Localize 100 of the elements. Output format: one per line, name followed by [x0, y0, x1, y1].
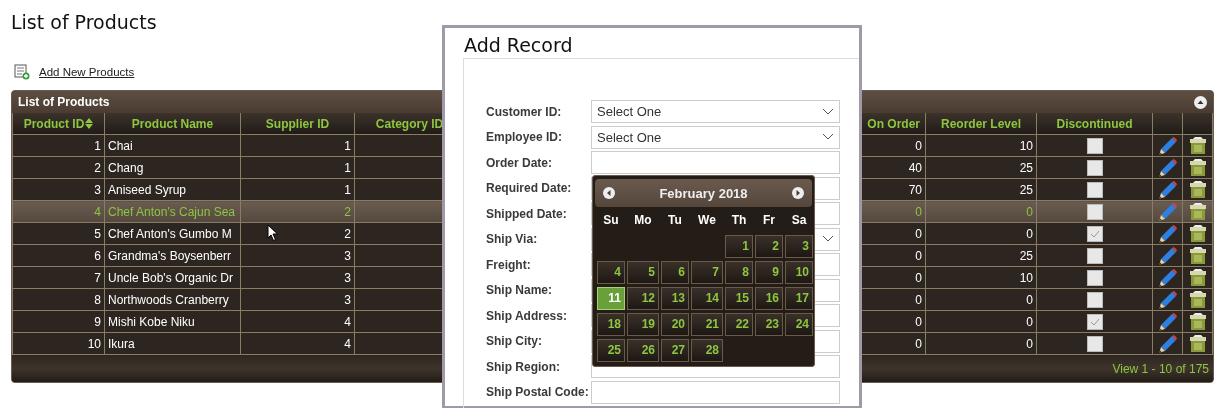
calendar-day[interactable]: 13	[661, 287, 689, 310]
calendar-day[interactable]: 18	[597, 313, 625, 336]
table-cell: 10	[925, 134, 1037, 157]
calendar-day[interactable]: 5	[627, 261, 659, 284]
field-label: Customer ID:	[486, 104, 563, 119]
weekday-label: Su	[602, 212, 620, 229]
checkbox[interactable]	[1086, 181, 1103, 198]
pencil-icon[interactable]	[1158, 312, 1177, 331]
sort-icon[interactable]	[85, 118, 94, 130]
table-cell: Northwoods Cranberry	[104, 288, 241, 311]
checkbox[interactable]	[1086, 313, 1103, 330]
calendar-day[interactable]: 27	[661, 339, 689, 362]
calendar-day[interactable]: 4	[597, 261, 625, 284]
add-new-products-link[interactable]: Add New Products	[39, 66, 135, 78]
calendar-day[interactable]: 9	[755, 261, 783, 284]
table-cell: 2	[12, 156, 105, 179]
calendar-day[interactable]: 24	[785, 313, 813, 336]
table-cell: 0	[925, 288, 1037, 311]
calendar-day[interactable]: 1	[725, 235, 753, 258]
calendar-day[interactable]: 22	[725, 313, 753, 336]
checkbox[interactable]	[1086, 335, 1103, 352]
page-title: List of Products	[10, 10, 158, 35]
caret-icon[interactable]	[822, 107, 834, 116]
trash-icon[interactable]	[1189, 291, 1206, 308]
checkbox[interactable]	[1086, 269, 1103, 286]
table-cell: 10	[925, 266, 1037, 289]
input-field[interactable]	[591, 380, 840, 404]
calendar-day[interactable]: 23	[755, 313, 783, 336]
trash-icon[interactable]	[1189, 181, 1206, 198]
field-label: Employee ID:	[486, 130, 564, 145]
calendar-day[interactable]: 26	[627, 339, 659, 362]
collapse-icon[interactable]	[1194, 95, 1207, 109]
grid-caption: List of Products	[18, 95, 110, 109]
pencil-icon[interactable]	[1158, 224, 1177, 243]
table-cell: Chef Anton's Gumbo M	[104, 222, 241, 245]
previous-month-icon[interactable]	[603, 187, 615, 199]
pencil-icon[interactable]	[1158, 268, 1177, 287]
checkbox[interactable]	[1086, 159, 1103, 176]
table-cell: 8	[12, 288, 105, 311]
pencil-icon[interactable]	[1158, 180, 1177, 199]
calendar-day[interactable]: 16	[755, 287, 783, 310]
calendar-day[interactable]: 19	[627, 313, 659, 336]
pencil-icon[interactable]	[1158, 202, 1177, 221]
trash-icon[interactable]	[1189, 269, 1206, 286]
table-cell: Grandma's Boysenberr	[104, 244, 241, 267]
calendar-day[interactable]: 15	[725, 287, 753, 310]
trash-icon[interactable]	[1189, 203, 1206, 220]
table-cell: 5	[12, 222, 105, 245]
calendar-day[interactable]: 3	[785, 235, 813, 258]
calendar-day[interactable]: 25	[597, 339, 625, 362]
checkbox[interactable]	[1086, 203, 1103, 220]
input-field[interactable]	[591, 151, 840, 175]
table-cell: 25	[925, 156, 1037, 179]
table-cell: 3	[12, 178, 105, 201]
weekday-label: Fr	[762, 212, 776, 229]
calendar-day[interactable]: 8	[725, 261, 753, 284]
calendar-day[interactable]: 12	[627, 287, 659, 310]
calendar-day[interactable]: 2	[755, 235, 783, 258]
checkbox[interactable]	[1086, 137, 1103, 154]
table-cell: 10	[12, 332, 105, 355]
select-field[interactable]: Select One	[591, 125, 840, 149]
pencil-icon[interactable]	[1158, 158, 1177, 177]
table-cell: 3	[240, 244, 355, 267]
field-label: Ship Name:	[486, 283, 553, 298]
table-cell: 3	[240, 288, 355, 311]
trash-icon[interactable]	[1189, 313, 1206, 330]
field-label: Required Date:	[486, 181, 573, 196]
next-month-icon[interactable]	[792, 187, 804, 199]
dialog-title: Add Record	[463, 33, 574, 57]
calendar-day[interactable]: 28	[691, 339, 723, 362]
weekday-label: Tu	[667, 212, 683, 229]
table-cell: 1	[240, 178, 355, 201]
pencil-icon[interactable]	[1158, 246, 1177, 265]
table-cell: 6	[12, 244, 105, 267]
trash-icon[interactable]	[1189, 137, 1206, 154]
calendar-day[interactable]: 21	[691, 313, 723, 336]
select-field[interactable]: Select One	[591, 100, 840, 124]
pager-text: View 1 - 10 of 175	[1112, 361, 1209, 376]
weekday-label: Sa	[790, 212, 808, 229]
calendar-day[interactable]: 6	[661, 261, 689, 284]
caret-icon[interactable]	[822, 133, 834, 142]
pencil-icon[interactable]	[1158, 334, 1177, 353]
trash-icon[interactable]	[1189, 247, 1206, 264]
add-record-icon[interactable]	[14, 64, 30, 80]
trash-icon[interactable]	[1189, 225, 1206, 242]
pencil-icon[interactable]	[1158, 290, 1177, 309]
calendar-day[interactable]: 10	[785, 261, 813, 284]
table-cell: 1	[240, 134, 355, 157]
calendar-day[interactable]: 17	[785, 287, 813, 310]
checkbox[interactable]	[1086, 291, 1103, 308]
calendar-day[interactable]: 7	[691, 261, 723, 284]
pencil-icon[interactable]	[1158, 136, 1177, 155]
checkbox[interactable]	[1086, 247, 1103, 264]
calendar-day[interactable]: 14	[691, 287, 723, 310]
calendar-day[interactable]: 20	[661, 313, 689, 336]
table-cell: Mishi Kobe Niku	[104, 310, 241, 333]
trash-icon[interactable]	[1189, 335, 1206, 352]
trash-icon[interactable]	[1189, 159, 1206, 176]
checkbox[interactable]	[1086, 225, 1103, 242]
caret-icon[interactable]	[822, 235, 834, 244]
